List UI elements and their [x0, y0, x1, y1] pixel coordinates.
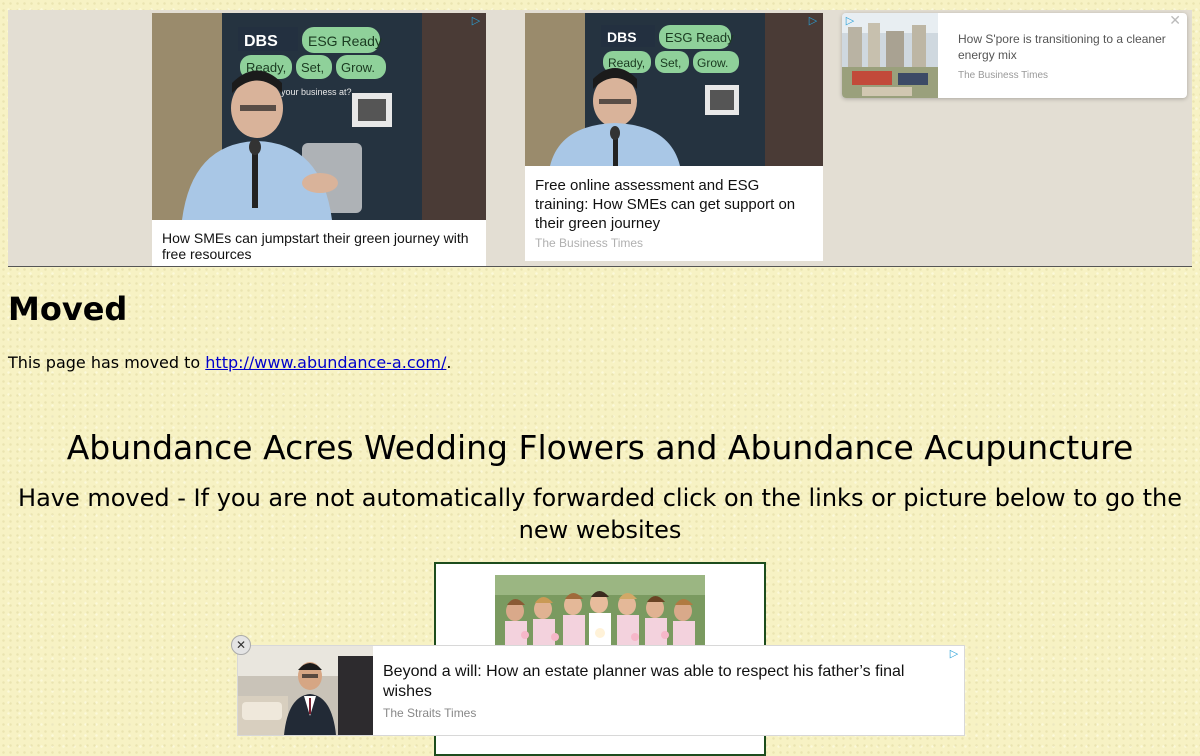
- ad-thumb-estate-planner: [238, 646, 373, 735]
- site-title: Abundance Acres Wedding Flowers and Abun…: [66, 428, 1134, 467]
- close-ad-icon[interactable]: ✕: [231, 635, 251, 655]
- ad-source: The Straits Times: [383, 706, 477, 720]
- top-ad-banner: DBS ESG Ready Ready, Set, Grow. is your …: [8, 10, 1192, 267]
- ad-card-esg-training[interactable]: DBS ESG Ready Ready, Set, Grow. ▷ Free o…: [525, 13, 823, 261]
- ad-headline[interactable]: Free online assessment and ESG training:…: [525, 166, 823, 233]
- svg-text:DBS: DBS: [244, 33, 278, 50]
- ad-card-energy-mix[interactable]: ▷ How S'pore is transitioning to a clean…: [842, 13, 1187, 98]
- ad-source: The Business Times: [958, 70, 1049, 81]
- svg-text:Set,: Set,: [660, 56, 681, 70]
- wedding-photo[interactable]: [495, 575, 705, 647]
- svg-text:Set,: Set,: [301, 60, 324, 75]
- svg-text:Grow.: Grow.: [697, 56, 728, 70]
- page-title: Moved: [8, 290, 128, 328]
- ad-source: The Business Times: [535, 236, 644, 250]
- adchoices-icon[interactable]: ▷: [470, 15, 482, 27]
- moved-notice: This page has moved to http://www.abunda…: [8, 352, 451, 374]
- close-icon[interactable]: ✕: [1169, 13, 1181, 29]
- moved-notice-period: .: [446, 353, 452, 372]
- ad-photo-speaker: DBS ESG Ready Ready, Set, Grow. is your …: [152, 13, 486, 220]
- svg-text:ESG Ready: ESG Ready: [665, 30, 734, 45]
- ad-headline[interactable]: How S'pore is transitioning to a cleaner…: [958, 31, 1173, 63]
- ad-card-green-journey[interactable]: DBS ESG Ready Ready, Set, Grow. is your …: [152, 13, 486, 266]
- bottom-sticky-ad[interactable]: Beyond a will: How an estate planner was…: [237, 645, 965, 736]
- ad-thumb-city-rooftops: [842, 13, 938, 98]
- adchoices-icon[interactable]: ▷: [807, 15, 819, 27]
- ad-headline[interactable]: How SMEs can jumpstart their green journ…: [152, 220, 486, 262]
- site-subtitle: Have moved - If you are not automaticall…: [18, 484, 1182, 544]
- adchoices-icon[interactable]: ▷: [844, 15, 856, 27]
- moved-notice-text: This page has moved to: [8, 353, 206, 372]
- svg-text:Grow.: Grow.: [341, 60, 375, 75]
- svg-text:ESG Ready: ESG Ready: [308, 33, 382, 49]
- new-site-link[interactable]: http://www.abundance-a.com/: [205, 353, 446, 372]
- svg-text:is your business at?: is your business at?: [272, 87, 352, 97]
- ad-headline[interactable]: Beyond a will: How an estate planner was…: [383, 662, 943, 702]
- svg-text:DBS: DBS: [607, 29, 637, 45]
- ad-photo-speaker: DBS ESG Ready Ready, Set, Grow. ▷: [525, 13, 823, 166]
- svg-text:Ready,: Ready,: [608, 56, 645, 70]
- adchoices-icon[interactable]: ▷: [948, 648, 960, 660]
